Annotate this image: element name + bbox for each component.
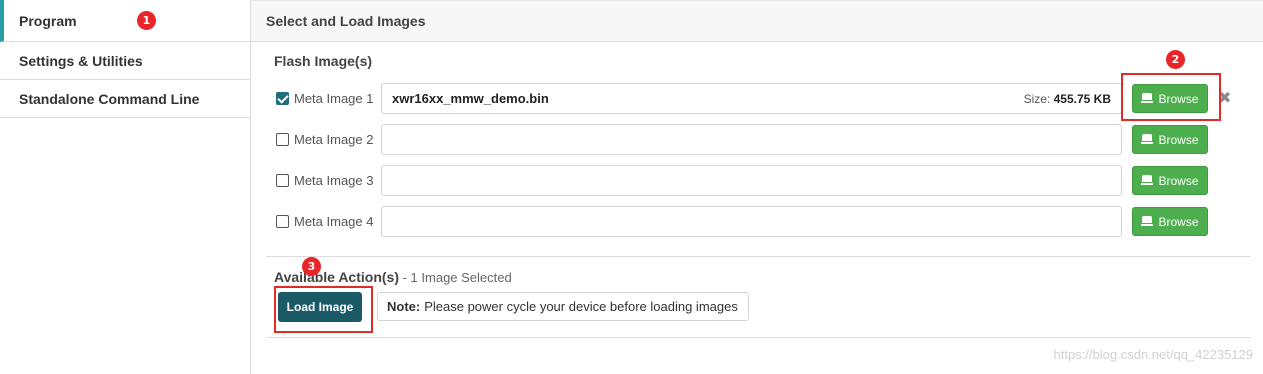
sidebar-item-label: Program	[19, 12, 77, 29]
browse-button-4[interactable]: Browse	[1132, 207, 1208, 236]
page-title: Select and Load Images	[251, 0, 1263, 42]
actions-subtitle: - 1 Image Selected	[399, 270, 512, 285]
meta-image-4-label: Meta Image 4	[294, 214, 374, 229]
meta-image-2-file-field[interactable]	[381, 124, 1122, 155]
sidebar-item-standalone-command-line[interactable]: Standalone Command Line	[0, 80, 250, 118]
meta-image-row-1: Meta Image 1 xwr16xx_mmw_demo.bin Size: …	[274, 83, 1234, 115]
divider	[266, 256, 1251, 257]
note-label: Note:	[387, 299, 421, 314]
eject-icon	[1141, 216, 1154, 227]
sidebar-item-label: Settings & Utilities	[19, 52, 143, 69]
step-marker-1: 1	[137, 11, 156, 30]
meta-image-2-checkbox[interactable]	[276, 133, 289, 146]
meta-image-row-2: Meta Image 2 Browse	[274, 124, 1234, 156]
eject-icon	[1141, 134, 1154, 145]
meta-image-row-3: Meta Image 3 Browse	[274, 165, 1234, 197]
meta-image-3-label: Meta Image 3	[294, 173, 374, 188]
sidebar-item-program[interactable]: Program 1	[0, 0, 250, 42]
size-label: Size:	[1023, 92, 1051, 106]
browse-label: Browse	[1158, 214, 1199, 229]
meta-image-3-checkbox[interactable]	[276, 174, 289, 187]
sidebar-item-label: Standalone Command Line	[19, 90, 200, 107]
note-box: Note: Please power cycle your device bef…	[377, 292, 749, 321]
eject-icon	[1141, 175, 1154, 186]
actions-heading: Available Action(s)	[274, 269, 399, 285]
file-name: xwr16xx_mmw_demo.bin	[392, 91, 549, 106]
meta-image-2-label: Meta Image 2	[294, 132, 374, 147]
watermark: https://blog.csdn.net/qq_42235129	[1053, 347, 1254, 362]
load-image-button[interactable]: Load Image	[278, 292, 362, 322]
browse-button-3[interactable]: Browse	[1132, 166, 1208, 195]
highlight-box-browse	[1121, 73, 1221, 121]
divider	[266, 337, 1251, 338]
step-marker-3: 3	[302, 257, 321, 276]
flash-images-title: Flash Image(s)	[274, 53, 373, 69]
size-value: 455.75 KB	[1053, 92, 1111, 106]
browse-label: Browse	[1158, 173, 1199, 188]
meta-image-4-checkbox[interactable]	[276, 215, 289, 228]
meta-image-row-4: Meta Image 4 Browse	[274, 206, 1234, 238]
browse-label: Browse	[1158, 132, 1199, 147]
sidebar-item-settings-utilities[interactable]: Settings & Utilities	[0, 42, 250, 80]
file-size: Size: 455.75 KB	[1024, 92, 1111, 106]
meta-image-4-file-field[interactable]	[381, 206, 1122, 237]
sidebar: Program 1 Settings & Utilities Standalon…	[0, 0, 251, 374]
meta-image-1-label: Meta Image 1	[294, 91, 374, 106]
meta-image-1-checkbox[interactable]	[276, 92, 289, 105]
meta-image-1-file-field[interactable]: xwr16xx_mmw_demo.bin Size: 455.75 KB	[381, 83, 1122, 114]
step-marker-2: 2	[1166, 50, 1185, 69]
browse-button-2[interactable]: Browse	[1132, 125, 1208, 154]
note-text: Please power cycle your device before lo…	[424, 299, 738, 314]
meta-image-3-file-field[interactable]	[381, 165, 1122, 196]
